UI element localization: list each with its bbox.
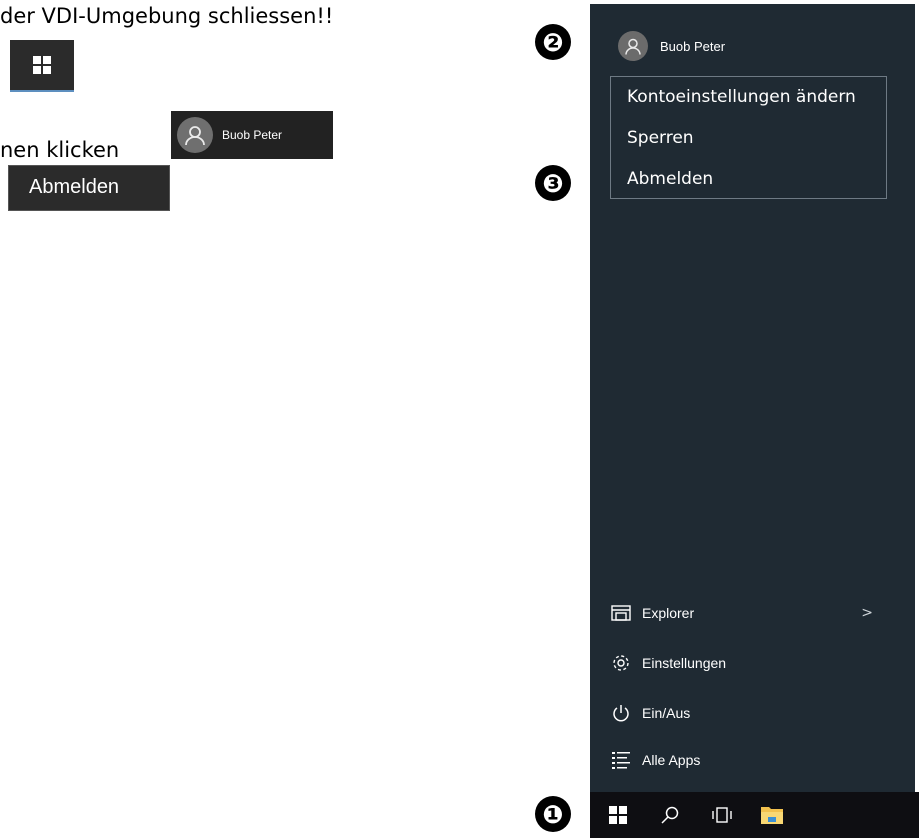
user-avatar-icon	[618, 31, 648, 61]
explorer-icon	[610, 602, 632, 624]
start-item-explorer[interactable]: Explorer >	[590, 590, 915, 636]
menu-item-lock[interactable]: Sperren	[611, 118, 886, 159]
signout-button-example: Abmelden	[8, 165, 170, 211]
step-marker-1: ❶	[535, 796, 571, 832]
start-item-explorer-label: Explorer	[642, 605, 695, 621]
search-icon	[661, 806, 679, 824]
taskbar-file-explorer-button[interactable]	[748, 792, 796, 838]
taskbar-start-button[interactable]	[594, 792, 642, 838]
start-item-settings[interactable]: Einstellungen	[590, 640, 915, 686]
step-marker-3: ❸	[535, 165, 571, 201]
start-item-all-apps[interactable]: Alle Apps	[590, 737, 915, 783]
user-tile-example-name: Buob Peter	[222, 128, 283, 142]
menu-item-change-account-settings[interactable]: Kontoeinstellungen ändern	[611, 77, 886, 118]
windows-logo-icon	[33, 56, 51, 74]
gear-icon	[610, 652, 632, 674]
start-item-all-apps-label: Alle Apps	[642, 752, 701, 768]
taskbar-search-button[interactable]	[646, 792, 694, 838]
instruction-line-close-vdi: der VDI-Umgebung schliessen!!	[0, 4, 334, 28]
all-apps-icon	[610, 749, 632, 771]
start-item-power-label: Ein/Aus	[642, 705, 691, 721]
windows-button-example	[10, 40, 74, 92]
chevron-right-icon: >	[861, 605, 873, 621]
power-icon	[610, 702, 632, 724]
taskbar-task-view-button[interactable]	[698, 792, 746, 838]
windows-start-icon	[609, 806, 627, 824]
taskbar	[590, 792, 919, 838]
menu-item-sign-out[interactable]: Abmelden	[611, 159, 886, 200]
user-tile-example: Buob Peter	[171, 111, 333, 159]
start-menu-user-button[interactable]: Buob Peter	[590, 24, 915, 68]
task-view-icon	[712, 807, 732, 823]
instruction-line-click-name: nen klicken	[0, 138, 120, 162]
file-explorer-icon	[761, 807, 783, 824]
user-name: Buob Peter	[660, 38, 726, 54]
account-context-menu: Kontoeinstellungen ändern Sperren Abmeld…	[610, 76, 887, 199]
avatar-icon	[177, 117, 213, 153]
start-item-settings-label: Einstellungen	[642, 655, 727, 671]
start-item-power[interactable]: Ein/Aus	[590, 690, 915, 736]
start-menu: Buob Peter Kontoeinstellungen ändern Spe…	[590, 4, 915, 792]
step-marker-2: ❷	[535, 24, 571, 60]
